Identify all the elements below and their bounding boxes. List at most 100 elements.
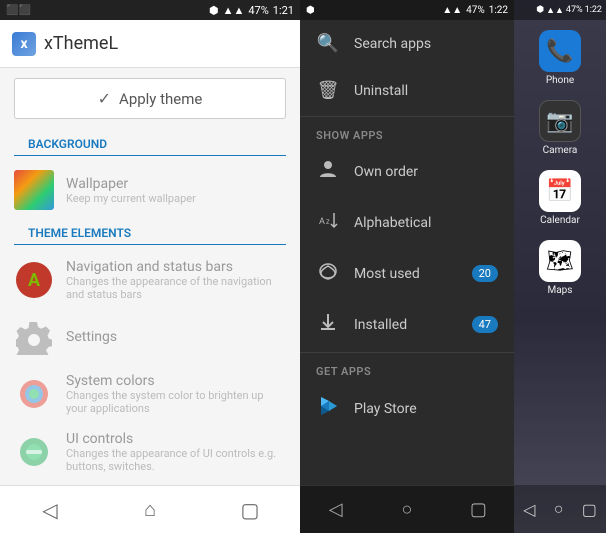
app-logo: x (12, 32, 36, 56)
settings-title: Settings (66, 329, 117, 345)
home-time: 1:22 (585, 5, 602, 15)
back-button[interactable]: ◁ (0, 498, 100, 522)
ui-controls-text: UI controls Changes the appearance of UI… (66, 431, 286, 473)
bluetooth-icon: ⬢ (209, 4, 219, 17)
home-bottom-nav: ◁ ○ ▢ (514, 485, 606, 533)
recents-button[interactable]: ▢ (200, 498, 300, 522)
maps-app[interactable]: 🗺 Maps (539, 240, 581, 296)
drawer-uninstall-label: Uninstall (354, 83, 408, 99)
drawer-recents-button[interactable]: ▢ (443, 499, 514, 520)
maps-icon: 🗺 (539, 240, 581, 282)
installed-item[interactable]: Installed 47 (300, 299, 514, 350)
drawer-signal-icon: ▲▲ (442, 5, 462, 16)
nav-bars-subtitle: Changes the appearance of the navigation… (66, 275, 286, 301)
own-order-icon (316, 159, 340, 184)
notification-icons: ⬛⬛ (6, 5, 31, 16)
maps-label: Maps (548, 285, 573, 296)
camera-label: Camera (543, 145, 578, 156)
ui-controls-subtitle: Changes the appearance of UI controls e.… (66, 447, 286, 473)
installed-label: Installed (354, 317, 407, 333)
phone-icon: 📞 (539, 30, 581, 72)
drawer-panel: ⬢ ▲▲ 47% 1:22 🔍 Search apps 🗑 Uninstall … (300, 0, 514, 533)
drawer-home-button[interactable]: ○ (371, 499, 442, 520)
search-icon: 🔍 (316, 33, 340, 54)
home-home-btn[interactable]: ○ (554, 499, 564, 519)
play-store-item[interactable]: Play Store (300, 382, 514, 435)
ui-controls-icon (14, 432, 54, 472)
home-status-bar: ⬢ ▲▲ 47% 1:22 (514, 0, 606, 20)
ui-controls-item[interactable]: UI controls Changes the appearance of UI… (0, 423, 300, 481)
alphabetical-label: Alphabetical (354, 215, 431, 231)
nav-bars-title: Navigation and status bars (66, 259, 286, 275)
installed-icon (316, 312, 340, 337)
apply-theme-button[interactable]: ✓ Apply theme (14, 78, 286, 119)
svg-text:Z: Z (326, 219, 330, 226)
most-used-icon (316, 261, 340, 286)
drawer-uninstall-item[interactable]: 🗑 Uninstall (300, 67, 514, 114)
settings-icon (14, 317, 54, 357)
own-order-label: Own order (354, 164, 418, 180)
alphabetical-icon: A Z (316, 210, 340, 235)
most-used-badge: 20 (472, 265, 498, 282)
alphabetical-item[interactable]: A Z Alphabetical (300, 197, 514, 248)
battery-icon: 47% (248, 4, 268, 17)
system-colors-text: System colors Changes the system color t… (66, 373, 286, 415)
apply-theme-label: Apply theme (119, 90, 202, 108)
home-bluetooth-icon: ⬢ (536, 5, 544, 15)
settings-text: Settings (66, 329, 117, 345)
drawer-status-bar: ⬢ ▲▲ 47% 1:22 (300, 0, 514, 20)
drawer-bottom-nav: ◁ ○ ▢ (300, 485, 514, 533)
wallpaper-text: Wallpaper Keep my current wallpaper (66, 176, 196, 205)
left-status-bar: ⬛⬛ ⬢ ▲▲ 47% 1:21 (0, 0, 300, 20)
calendar-app[interactable]: 📅 Calendar (539, 170, 581, 226)
settings-item[interactable]: Settings (0, 309, 300, 365)
home-button[interactable]: ⌂ (100, 497, 200, 522)
home-signal-icon: ▲▲ (546, 5, 564, 16)
home-recents-btn[interactable]: ▢ (582, 500, 597, 519)
wallpaper-subtitle: Keep my current wallpaper (66, 192, 196, 205)
wallpaper-item[interactable]: Wallpaper Keep my current wallpaper (0, 162, 300, 218)
own-order-item[interactable]: Own order (300, 146, 514, 197)
left-bottom-nav: ◁ ⌂ ▢ (0, 485, 300, 533)
camera-app[interactable]: 📷 Camera (539, 100, 581, 156)
theme-elements-section-label: THEME ELEMENTS (14, 218, 286, 245)
most-used-item[interactable]: Most used 20 (300, 248, 514, 299)
ui-controls-title: UI controls (66, 431, 286, 447)
drawer-divider-2 (300, 352, 514, 353)
get-apps-section-label: GET APPS (300, 355, 514, 382)
nav-bars-item[interactable]: A Navigation and status bars Changes the… (0, 251, 300, 309)
drawer-search-item[interactable]: 🔍 Search apps (300, 20, 514, 67)
status-bar-left: ⬛⬛ (6, 5, 31, 16)
left-panel: ⬛⬛ ⬢ ▲▲ 47% 1:21 x xThemeL ✓ Apply theme… (0, 0, 300, 533)
app-title: xThemeL (44, 33, 118, 54)
system-colors-item[interactable]: System colors Changes the system color t… (0, 365, 300, 423)
home-back-btn[interactable]: ◁ (523, 500, 535, 519)
play-store-icon (316, 395, 340, 422)
uninstall-icon: 🗑 (316, 80, 340, 101)
play-store-label: Play Store (354, 401, 417, 417)
drawer-back-button[interactable]: ◁ (300, 499, 371, 520)
calendar-label: Calendar (540, 215, 580, 226)
home-app-grid: 📞 Phone 📷 Camera 📅 Calendar 🗺 Maps (514, 20, 606, 485)
installed-badge: 47 (472, 316, 498, 333)
time-display: 1:21 (273, 4, 294, 17)
phone-label: Phone (546, 75, 574, 86)
camera-icon: 📷 (539, 100, 581, 142)
nav-bars-text: Navigation and status bars Changes the a… (66, 259, 286, 301)
system-colors-icon (14, 374, 54, 414)
calendar-icon: 📅 (539, 170, 581, 212)
home-panel: ⬢ ▲▲ 47% 1:22 📞 Phone 📷 Camera 📅 Calenda… (514, 0, 606, 533)
drawer-battery: 47% (466, 5, 485, 16)
android-icon: A (14, 260, 54, 300)
drawer-time: 1:22 (489, 5, 508, 16)
system-colors-subtitle: Changes the system color to brighten up … (66, 389, 286, 415)
drawer-bluetooth-icon: ⬢ (306, 5, 315, 16)
drawer-divider-1 (300, 116, 514, 117)
show-apps-section-label: SHOW APPS (300, 119, 514, 146)
phone-app[interactable]: 📞 Phone (539, 30, 581, 86)
background-section-label: BACKGROUND (14, 129, 286, 156)
home-battery: 47% (566, 5, 583, 15)
most-used-label: Most used (354, 266, 420, 282)
status-bar-right: ⬢ ▲▲ 47% 1:21 (209, 4, 294, 17)
signal-icon: ▲▲ (223, 4, 245, 17)
